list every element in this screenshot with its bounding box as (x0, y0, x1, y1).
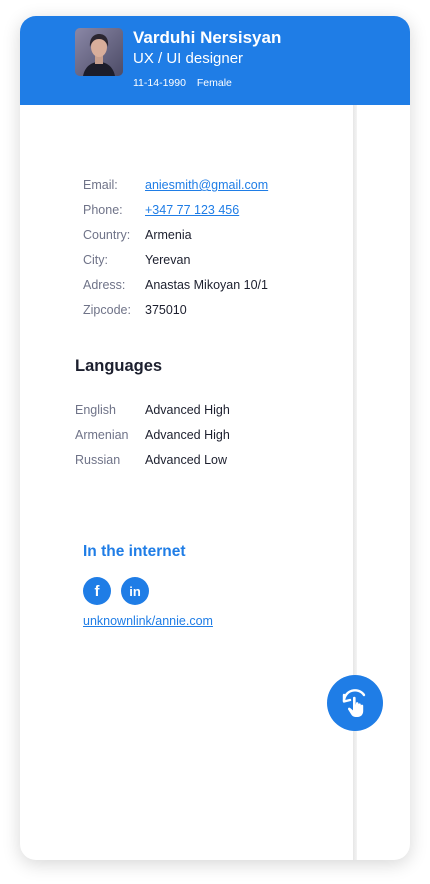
language-level: Advanced High (145, 403, 230, 417)
language-name: English (75, 403, 116, 417)
address-label: Adress: (83, 278, 126, 292)
list-item: Armenian Advanced High (75, 427, 230, 452)
tap-rotate-button[interactable] (327, 675, 383, 731)
zipcode-value: 375010 (145, 303, 187, 317)
list-item: English Advanced High (75, 402, 230, 427)
phone-label: Phone: (83, 203, 123, 217)
country-label: Country: (83, 228, 131, 242)
tap-rotate-icon (342, 689, 366, 717)
website-link[interactable]: unknownlink/annie.com (83, 614, 213, 628)
language-name: Russian (75, 453, 121, 467)
linkedin-icon[interactable]: in (121, 577, 149, 605)
profile-name: Varduhi Nersisyan (133, 28, 282, 47)
avatar (75, 28, 123, 76)
address-value: Anastas Mikoyan 10/1 (145, 278, 268, 292)
internet-title: In the internet (83, 543, 186, 560)
facebook-icon[interactable]: f (83, 577, 111, 605)
profile-meta: 11-14-1990 Female (133, 77, 240, 89)
contact-row-phone: Phone: +347 77 123 456 (83, 202, 268, 227)
city-value: Yerevan (145, 253, 191, 267)
zipcode-label: Zipcode: (83, 303, 131, 317)
list-item: Russian Advanced Low (75, 452, 230, 477)
social-links: f in (83, 577, 149, 605)
contact-row-address: Adress: Anastas Mikoyan 10/1 (83, 277, 268, 302)
languages-title: Languages (75, 357, 163, 375)
contact-row-country: Country: Armenia (83, 227, 268, 252)
country-value: Armenia (145, 228, 192, 242)
contact-row-city: City: Yerevan (83, 252, 268, 277)
email-link[interactable]: aniesmith@gmail.com (145, 177, 268, 202)
panel-divider (353, 105, 357, 860)
language-name: Armenian (75, 428, 129, 442)
language-level: Advanced Low (145, 453, 228, 467)
phone-link[interactable]: +347 77 123 456 (145, 202, 239, 227)
birthdate: 11-14-1990 (133, 77, 186, 89)
languages-list: English Advanced High Armenian Advanced … (75, 402, 230, 477)
email-label: Email: (83, 178, 118, 192)
profile-header: Varduhi Nersisyan UX / UI designer 11-14… (20, 16, 410, 105)
gender: Female (196, 77, 232, 89)
contact-row-email: Email: aniesmith@gmail.com (83, 177, 268, 202)
contact-info: Email: aniesmith@gmail.com Phone: +347 7… (83, 177, 268, 327)
profile-role: UX / UI designer (133, 50, 244, 67)
city-label: City: (83, 253, 108, 267)
resume-card: Varduhi Nersisyan UX / UI designer 11-14… (20, 16, 410, 860)
contact-row-zipcode: Zipcode: 375010 (83, 302, 268, 327)
language-level: Advanced High (145, 428, 230, 442)
